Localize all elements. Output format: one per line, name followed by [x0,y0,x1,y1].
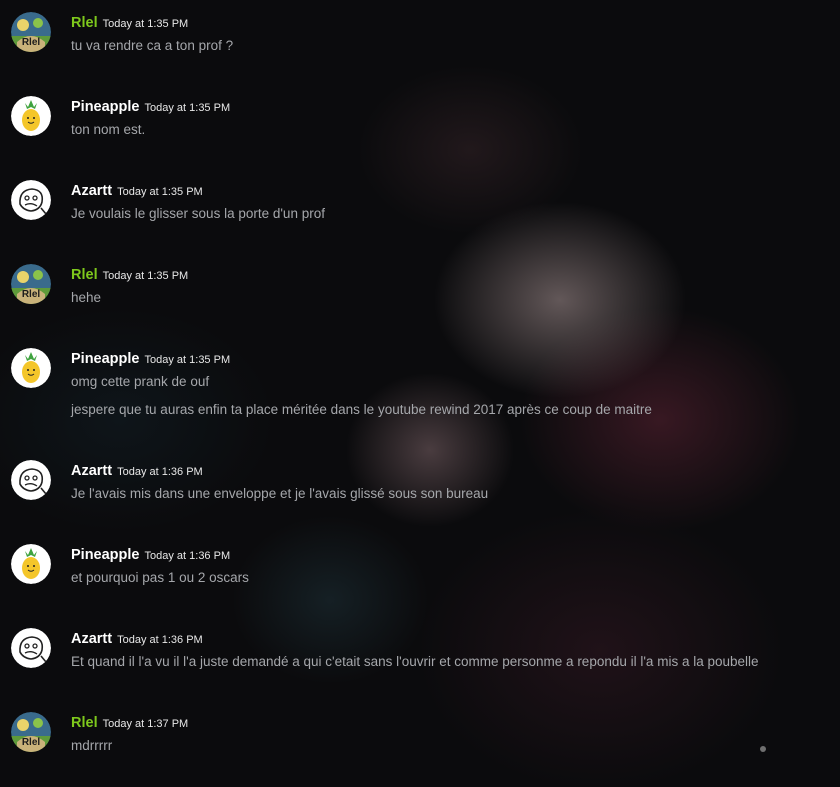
author-name[interactable]: Azartt [71,631,112,647]
message-header: Azartt Today at 1:36 PM [71,461,203,479]
timestamp: Today at 1:35 PM [102,270,189,282]
rlel-avatar-icon[interactable] [11,712,51,752]
author-name[interactable]: Rlel [71,715,98,731]
author-name[interactable]: Pineapple [71,547,140,563]
message-header: Rlel Today at 1:37 PM [71,713,188,731]
pineapple-avatar-icon[interactable] [11,348,51,388]
background-speck [760,746,766,752]
message-header: Azartt Today at 1:36 PM [71,629,203,647]
azartt-avatar-icon[interactable] [11,180,51,220]
message-header: Pineapple Today at 1:36 PM [71,545,230,563]
message-text: tu va rendre ca a ton prof ? [71,38,234,53]
message-text: hehe [71,290,102,305]
message-text: Je voulais le glisser sous la porte d'un… [71,206,325,221]
pineapple-avatar-icon[interactable] [11,544,51,584]
message-text: Je l'avais mis dans une enveloppe et je … [71,486,489,501]
timestamp: Today at 1:36 PM [117,634,203,646]
timestamp: Today at 1:35 PM [144,354,231,366]
message-text: Et quand il l'a vu il l'a juste demandé … [71,654,759,669]
timestamp: Today at 1:36 PM [144,550,231,562]
message-text: mdrrrrr [71,738,113,753]
author-name[interactable]: Pineapple [71,351,140,367]
azartt-avatar-icon[interactable] [11,628,51,668]
message-header: Rlel Today at 1:35 PM [71,13,188,31]
message-text: jespere que tu auras enfin ta place méri… [71,402,652,417]
rlel-avatar-icon[interactable] [11,12,51,52]
timestamp: Today at 1:35 PM [117,186,203,198]
azartt-avatar-icon[interactable] [11,460,51,500]
author-name[interactable]: Pineapple [71,99,140,115]
author-name[interactable]: Rlel [71,267,98,283]
message-text: et pourquoi pas 1 ou 2 oscars [71,570,249,585]
timestamp: Today at 1:36 PM [117,466,203,478]
message-header: Pineapple Today at 1:35 PM [71,97,230,115]
timestamp: Today at 1:35 PM [144,102,231,114]
author-name[interactable]: Rlel [71,15,98,31]
author-name[interactable]: Azartt [71,183,112,199]
author-name[interactable]: Azartt [71,463,112,479]
message-header: Rlel Today at 1:35 PM [71,265,188,283]
timestamp: Today at 1:37 PM [102,718,189,730]
message-header: Pineapple Today at 1:35 PM [71,349,230,367]
message-header: Azartt Today at 1:35 PM [71,181,203,199]
timestamp: Today at 1:35 PM [102,18,189,30]
rlel-avatar-icon[interactable] [11,264,51,304]
message-text: ton nom est. [71,122,146,137]
pineapple-avatar-icon[interactable] [11,96,51,136]
message-text: omg cette prank de ouf [71,374,210,389]
